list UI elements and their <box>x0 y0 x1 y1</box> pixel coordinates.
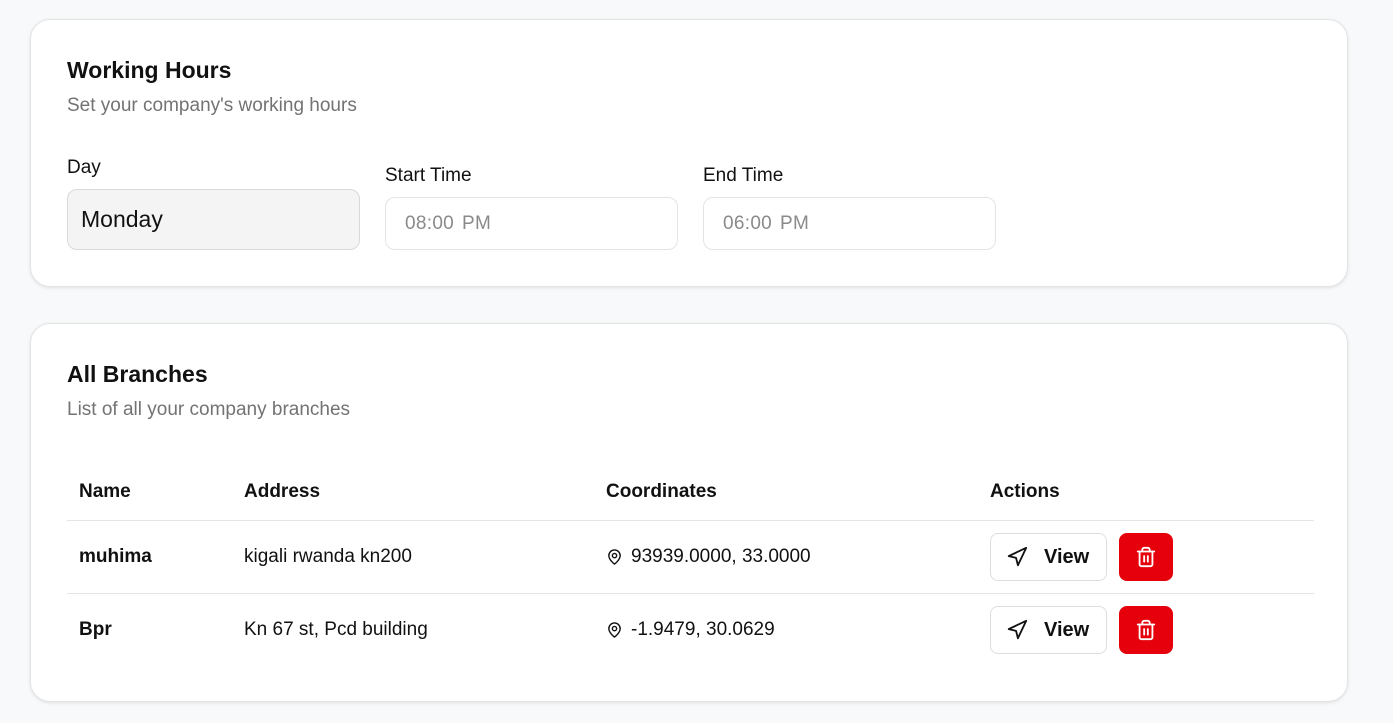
branches-card: All Branches List of all your company br… <box>30 323 1348 702</box>
branches-subtitle: List of all your company branches <box>67 399 351 420</box>
branch-address: Kn 67 st, Pcd building <box>244 619 428 640</box>
view-button-label: View <box>1044 618 1090 641</box>
start-time-value: 08:00 <box>405 213 455 234</box>
branch-coordinates-cell: -1.9479, 30.0629 <box>594 594 978 667</box>
table-row: muhima kigali rwanda kn200 93939.0000, 3… <box>67 520 1314 594</box>
working-hours-subtitle: Set your company's working hours <box>67 95 357 116</box>
branch-name: muhima <box>67 520 232 594</box>
start-time-input[interactable]: 08:00 PM <box>385 197 678 250</box>
end-time-period: PM <box>780 213 810 234</box>
day-label: Day <box>67 157 101 178</box>
view-button-label: View <box>1044 545 1090 568</box>
view-branch-button[interactable]: View <box>990 533 1108 581</box>
working-hours-title: Working Hours <box>67 57 232 83</box>
branch-coordinates-cell: 93939.0000, 33.0000 <box>594 520 978 594</box>
trash-icon <box>1137 546 1156 568</box>
branch-address: kigali rwanda kn200 <box>232 520 594 594</box>
branches-title: All Branches <box>67 361 208 387</box>
branch-actions: View <box>978 520 1314 594</box>
table-header-row: Name Address Coordinates Actions <box>67 463 1314 521</box>
column-header-name: Name <box>67 463 232 521</box>
column-header-actions: Actions <box>978 463 1314 521</box>
navigation-arrow-icon <box>1007 619 1028 640</box>
end-time-value: 06:00 <box>723 213 773 234</box>
trash-icon <box>1137 619 1156 641</box>
navigation-arrow-icon <box>1007 546 1028 567</box>
end-time-label: End Time <box>703 165 784 186</box>
table-row: Bpr Kn 67 st, Pcd building -1.9479, 30.0… <box>67 594 1314 667</box>
column-header-coordinates: Coordinates <box>594 463 978 521</box>
branch-actions: View <box>978 594 1314 667</box>
map-pin-icon <box>608 549 621 565</box>
end-time-input[interactable]: 06:00 PM <box>703 197 996 250</box>
day-select[interactable]: Monday <box>67 189 360 250</box>
map-pin-icon <box>608 622 621 638</box>
branch-coordinates: 93939.0000, 33.0000 <box>631 546 811 567</box>
start-time-label: Start Time <box>385 165 472 186</box>
working-hours-card: Working Hours Set your company's working… <box>30 19 1348 287</box>
column-header-address: Address <box>232 463 594 521</box>
start-time-period: PM <box>462 213 492 234</box>
branch-name: Bpr <box>79 619 112 640</box>
branches-table: Name Address Coordinates Actions muhima … <box>67 463 1314 666</box>
view-branch-button[interactable]: View <box>990 606 1108 654</box>
branch-coordinates: -1.9479, 30.0629 <box>631 619 775 640</box>
delete-branch-button[interactable] <box>1119 533 1174 581</box>
delete-branch-button[interactable] <box>1119 606 1174 654</box>
